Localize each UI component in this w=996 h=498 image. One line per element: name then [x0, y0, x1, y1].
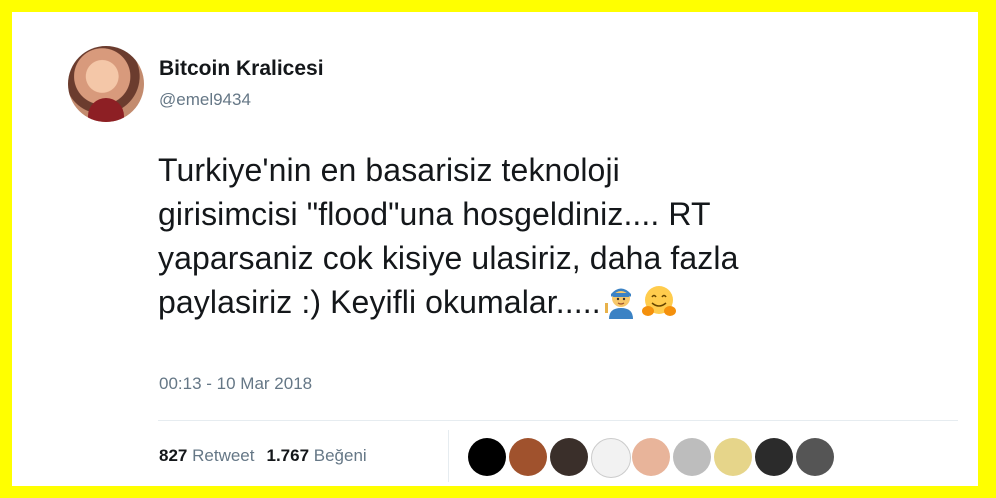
liker-avatar-4[interactable]	[591, 438, 631, 478]
divider	[158, 420, 958, 421]
tweet-text-line-content: paylasiriz :) Keyifli okumalar.....	[158, 284, 601, 320]
tweet-card: Bitcoin Kralicesi @emel9434 Turkiye'nin …	[12, 12, 978, 486]
tweet-text-line: Turkiye'nin en basarisiz teknoloji	[158, 152, 620, 188]
liker-avatar-6[interactable]	[673, 438, 711, 476]
liker-avatar-3[interactable]	[550, 438, 588, 476]
retweet-count: 827	[159, 446, 188, 465]
liker-avatar-9[interactable]	[796, 438, 834, 476]
retweet-stat[interactable]: 827 Retweet	[159, 446, 254, 465]
retweet-label: Retweet	[192, 446, 255, 465]
liker-avatar-2[interactable]	[509, 438, 547, 476]
liker-avatar-7[interactable]	[714, 438, 752, 476]
author-avatar[interactable]	[68, 46, 144, 122]
like-count: 1.767	[266, 446, 310, 465]
liker-avatar-8[interactable]	[755, 438, 793, 476]
author-handle[interactable]: @emel9434	[159, 90, 251, 110]
liker-avatar-1[interactable]	[468, 438, 506, 476]
tweet-text-line: girisimcisi "flood"una hosgeldiniz.... R…	[158, 196, 711, 232]
hugging-face-emoji	[641, 286, 676, 316]
woman-technologist-emoji	[604, 288, 633, 319]
tweet-text: Turkiye'nin en basarisiz teknoloji giris…	[158, 148, 958, 324]
like-stat[interactable]: 1.767 Beğeni	[266, 446, 366, 465]
tweet-stats: 827 Retweet 1.767 Beğeni	[159, 446, 367, 466]
like-label: Beğeni	[313, 446, 367, 465]
tweet-text-line: yaparsaniz cok kisiye ulasiriz, daha faz…	[158, 240, 739, 276]
stats-separator	[448, 430, 449, 482]
liker-avatar-5[interactable]	[632, 438, 670, 476]
tweet-timestamp[interactable]: 00:13 - 10 Mar 2018	[159, 374, 312, 394]
author-display-name[interactable]: Bitcoin Kralicesi	[159, 57, 324, 81]
tweet-text-line: paylasiriz :) Keyifli okumalar.....	[158, 280, 958, 324]
